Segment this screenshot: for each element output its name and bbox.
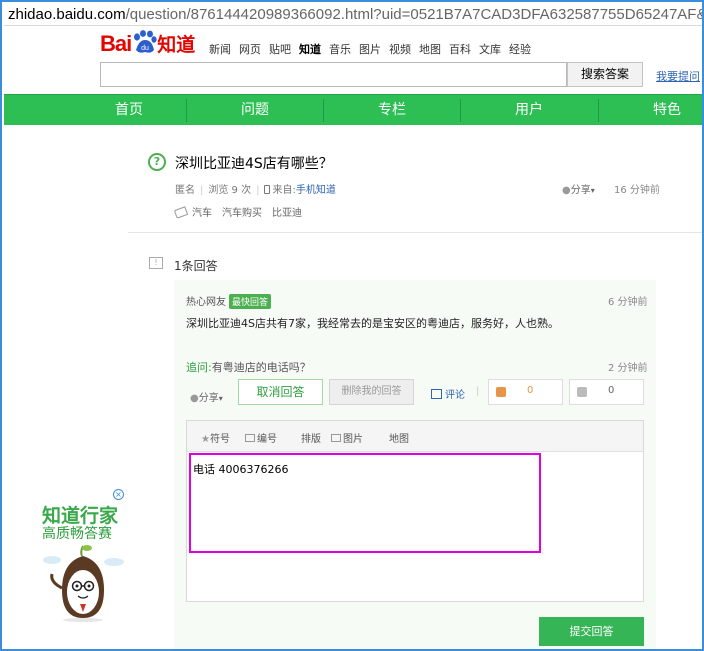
svg-text:du: du xyxy=(141,45,149,52)
submit-answer-button[interactable]: 提交回答 xyxy=(539,617,644,646)
topnav-jingyan[interactable]: 经验 xyxy=(509,41,531,57)
question-meta: 匿名 | 浏览 9 次 | 来自:手机知道 xyxy=(175,185,336,196)
topnav-video[interactable]: 视频 xyxy=(389,41,411,57)
toolbar-label: 编号 xyxy=(257,434,277,445)
dislike-button[interactable]: 0 xyxy=(569,379,644,405)
search-button[interactable]: 搜索答案 xyxy=(567,62,643,87)
chevron-down-icon: ▾ xyxy=(590,186,595,195)
topnav-image[interactable]: 图片 xyxy=(359,41,381,57)
toolbar-label: 地图 xyxy=(389,434,409,445)
question-title: 深圳比亚迪4S店有哪些？ xyxy=(175,156,333,172)
chevron-down-icon: ▾ xyxy=(218,394,223,403)
toolbar-image[interactable]: 图片 xyxy=(331,430,363,445)
mainnav-home[interactable]: 首页 xyxy=(64,95,194,126)
like-count: 0 xyxy=(527,385,534,396)
share-icon: ● xyxy=(562,185,571,196)
answer-user: 热心网友 最快回答 xyxy=(186,293,272,309)
image-icon xyxy=(331,434,341,442)
section-divider xyxy=(128,232,702,233)
tag-item[interactable]: 汽车购买 xyxy=(222,208,262,219)
toolbar-map[interactable]: 地图 xyxy=(389,430,409,445)
topnav-web[interactable]: 网页 xyxy=(239,41,261,57)
question-time: 16 分钟前 xyxy=(614,185,660,196)
share-label: 分享 xyxy=(570,185,591,196)
question-share[interactable]: ●分享▾ xyxy=(562,181,595,196)
toolbar-label: 排版 xyxy=(301,434,321,445)
follow-up-question: 追问:有粤迪店的电话吗？ xyxy=(186,359,311,375)
delete-answer-button[interactable]: 删除我的回答 xyxy=(329,379,414,405)
ad-subtitle[interactable]: 高质畅答赛 xyxy=(42,523,112,543)
dislike-count: 0 xyxy=(608,385,615,396)
close-icon[interactable]: × xyxy=(113,489,124,500)
top-nav: 新闻 网页 贴吧 知道 音乐 图片 视频 地图 百科 文库 经验 xyxy=(209,41,539,57)
separator: | xyxy=(476,386,480,397)
mainnav-users[interactable]: 用户 xyxy=(460,95,598,126)
question-views: 浏览 9 次 xyxy=(208,185,252,196)
mascot-icon xyxy=(43,545,124,622)
question-icon: ? xyxy=(148,153,166,171)
logo-bai: Bai xyxy=(100,31,132,56)
share-label: 分享 xyxy=(198,393,219,404)
url-path: /question/876144420989366092.html?uid=05… xyxy=(125,6,704,23)
follow-up-time: 2 分钟前 xyxy=(608,363,648,374)
ask-question-link[interactable]: 我要提问 xyxy=(656,68,700,84)
url-host: zhidao.baidu.com xyxy=(8,6,126,23)
tag-icon xyxy=(173,206,189,219)
answer-time: 6 分钟前 xyxy=(608,297,648,308)
toolbar-label: 符号 xyxy=(209,434,230,445)
tag-item[interactable]: 汽车 xyxy=(192,208,212,219)
tag-item[interactable]: 比亚迪 xyxy=(272,208,302,219)
cancel-answer-button[interactable]: 取消回答 xyxy=(238,379,323,405)
answer-text: 深圳比亚迪4S店共有7家，我经常去的是宝安区的粤迪店，服务好，人也熟。 xyxy=(186,317,559,330)
fastest-answer-badge: 最快回答 xyxy=(229,294,272,309)
mainnav-questions[interactable]: 问题 xyxy=(186,95,324,126)
star-icon: ★ xyxy=(201,434,210,445)
baidu-zhidao-logo[interactable]: Bai du 知道 xyxy=(100,30,195,58)
browser-window: zhidao.baidu.com/question/87614442098936… xyxy=(0,0,704,651)
topnav-tieba[interactable]: 贴吧 xyxy=(269,41,291,57)
mainnav-featured[interactable]: 特色 xyxy=(598,95,702,126)
mainnav-columns[interactable]: 专栏 xyxy=(323,95,461,126)
answer-count-icon: ! xyxy=(149,257,163,269)
question-source-link[interactable]: 手机知道 xyxy=(296,185,336,196)
topnav-baike[interactable]: 百科 xyxy=(449,41,471,57)
comment-icon xyxy=(431,389,442,399)
toolbar-symbol[interactable]: ★符号 xyxy=(201,430,230,445)
toolbar-numbering[interactable]: 编号 xyxy=(245,430,277,445)
topnav-map[interactable]: 地图 xyxy=(419,41,441,57)
answer-share[interactable]: ●分享▾ xyxy=(190,389,223,404)
question-author: 匿名 xyxy=(175,185,195,196)
question-tags: 汽车 汽车购买 比亚迪 xyxy=(173,204,312,219)
highlight-box xyxy=(189,453,541,553)
follow-up-label: 追问: xyxy=(186,361,212,374)
address-bar[interactable]: zhidao.baidu.com/question/87614442098936… xyxy=(4,4,704,26)
logo-zhidao: 知道 xyxy=(157,34,196,56)
phone-icon xyxy=(264,185,271,194)
comment-label: 评论 xyxy=(445,390,465,401)
baidu-paw-icon: du xyxy=(134,30,157,53)
numbering-icon xyxy=(245,434,255,442)
toolbar-layout[interactable]: 排版 xyxy=(301,430,321,445)
share-icon: ● xyxy=(190,393,199,404)
thumbs-up-icon xyxy=(496,387,506,397)
topnav-news[interactable]: 新闻 xyxy=(209,41,231,57)
topnav-wenku[interactable]: 文库 xyxy=(479,41,501,57)
editor-toolbar: ★符号 编号 排版 图片 地图 xyxy=(187,421,643,452)
follow-up-text: 有粤迪店的电话吗？ xyxy=(211,361,311,374)
search-input[interactable] xyxy=(100,62,567,87)
like-button[interactable]: 0 xyxy=(488,379,563,405)
url-text: zhidao.baidu.com/question/87614442098936… xyxy=(8,6,704,23)
source-label: 来自: xyxy=(272,185,296,196)
thumbs-down-icon xyxy=(577,387,587,397)
main-nav: 首页 问题 专栏 用户 特色 xyxy=(4,94,702,126)
answer-count: 1条回答 xyxy=(174,259,218,273)
comment-button[interactable]: 评论 xyxy=(431,386,465,401)
topnav-music[interactable]: 音乐 xyxy=(329,41,351,57)
topnav-zhidao[interactable]: 知道 xyxy=(299,41,321,57)
answer-username[interactable]: 热心网友 xyxy=(186,297,226,308)
toolbar-label: 图片 xyxy=(343,434,363,445)
